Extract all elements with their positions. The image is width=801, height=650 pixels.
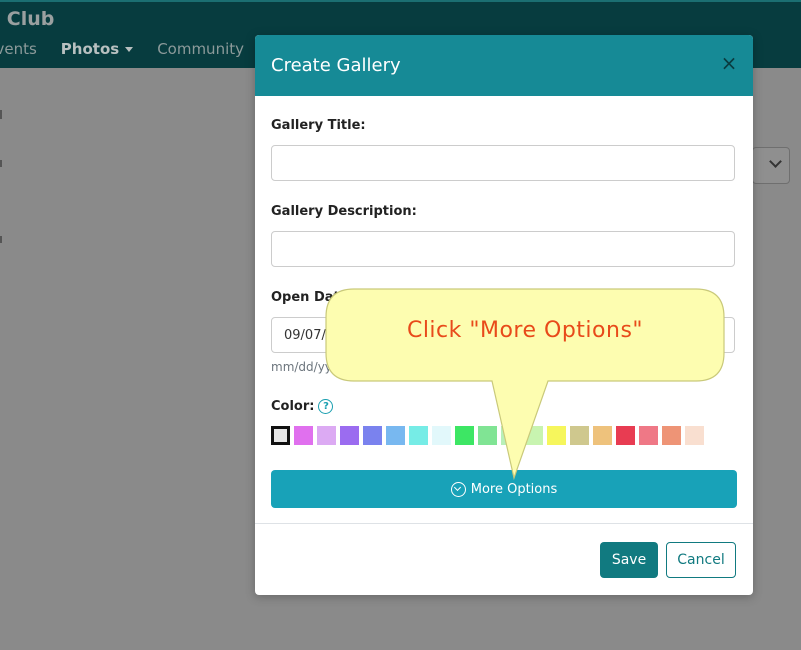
caret-down-icon [125, 47, 134, 52]
background-text-fragment [0, 110, 2, 119]
open-date-label: Open Date [271, 290, 349, 305]
color-swatch[interactable] [317, 426, 336, 445]
color-swatch[interactable] [616, 426, 635, 445]
modal-footer-divider [255, 523, 753, 524]
background-select[interactable] [752, 147, 790, 184]
gallery-title-label: Gallery Title: [271, 118, 366, 133]
callout-text: Click "More Options" [406, 318, 644, 343]
color-swatch[interactable] [432, 426, 451, 445]
color-swatch[interactable] [409, 426, 428, 445]
create-gallery-modal: Create Gallery × Gallery Title: Gallery … [255, 35, 753, 595]
nav-item-events[interactable]: Events [0, 38, 49, 60]
color-swatch[interactable] [685, 426, 704, 445]
modal-header: Create Gallery × [255, 35, 753, 96]
color-swatch[interactable] [340, 426, 359, 445]
gallery-description-label: Gallery Description: [271, 204, 417, 219]
more-options-label: More Options [470, 481, 558, 497]
color-swatch[interactable] [386, 426, 405, 445]
chevron-down-icon [769, 155, 782, 168]
help-icon[interactable]: ? [318, 399, 334, 414]
color-swatch[interactable] [501, 426, 520, 445]
chevron-down-circle-icon [450, 481, 466, 497]
cancel-button[interactable]: Cancel [666, 542, 736, 578]
color-swatch[interactable] [639, 426, 658, 445]
open-date-hint: mm/dd/yy [271, 360, 332, 374]
nav-item-events-label: Events [0, 40, 37, 58]
nav-item-community[interactable]: Community [145, 38, 256, 60]
color-swatch[interactable] [570, 426, 589, 445]
color-label: Color: [271, 399, 315, 414]
main-nav: Events Photos Community [0, 38, 256, 60]
close-button[interactable]: × [717, 51, 741, 75]
modal-title: Create Gallery [271, 55, 401, 76]
gallery-description-input[interactable] [271, 231, 735, 267]
color-swatch[interactable] [294, 426, 313, 445]
color-swatch[interactable] [524, 426, 543, 445]
nav-item-photos[interactable]: Photos [49, 38, 145, 60]
color-swatch[interactable] [662, 426, 681, 445]
nav-item-community-label: Community [157, 40, 245, 58]
color-swatch[interactable] [593, 426, 612, 445]
color-swatch[interactable] [271, 426, 290, 445]
more-options-button[interactable]: More Options [271, 470, 737, 508]
nav-item-photos-label: Photos [60, 40, 120, 58]
color-swatch[interactable] [478, 426, 497, 445]
save-button[interactable]: Save [600, 542, 658, 578]
color-swatch[interactable] [547, 426, 566, 445]
color-swatches [271, 426, 704, 445]
color-swatch[interactable] [455, 426, 474, 445]
color-swatch[interactable] [363, 426, 382, 445]
brand-logo-text: ra Club [0, 8, 55, 30]
gallery-title-input[interactable] [271, 145, 735, 181]
background-text-fragment [0, 160, 2, 167]
background-text-fragment [0, 236, 2, 243]
close-icon: × [720, 51, 738, 75]
color-label-row: Color:? [271, 399, 334, 414]
